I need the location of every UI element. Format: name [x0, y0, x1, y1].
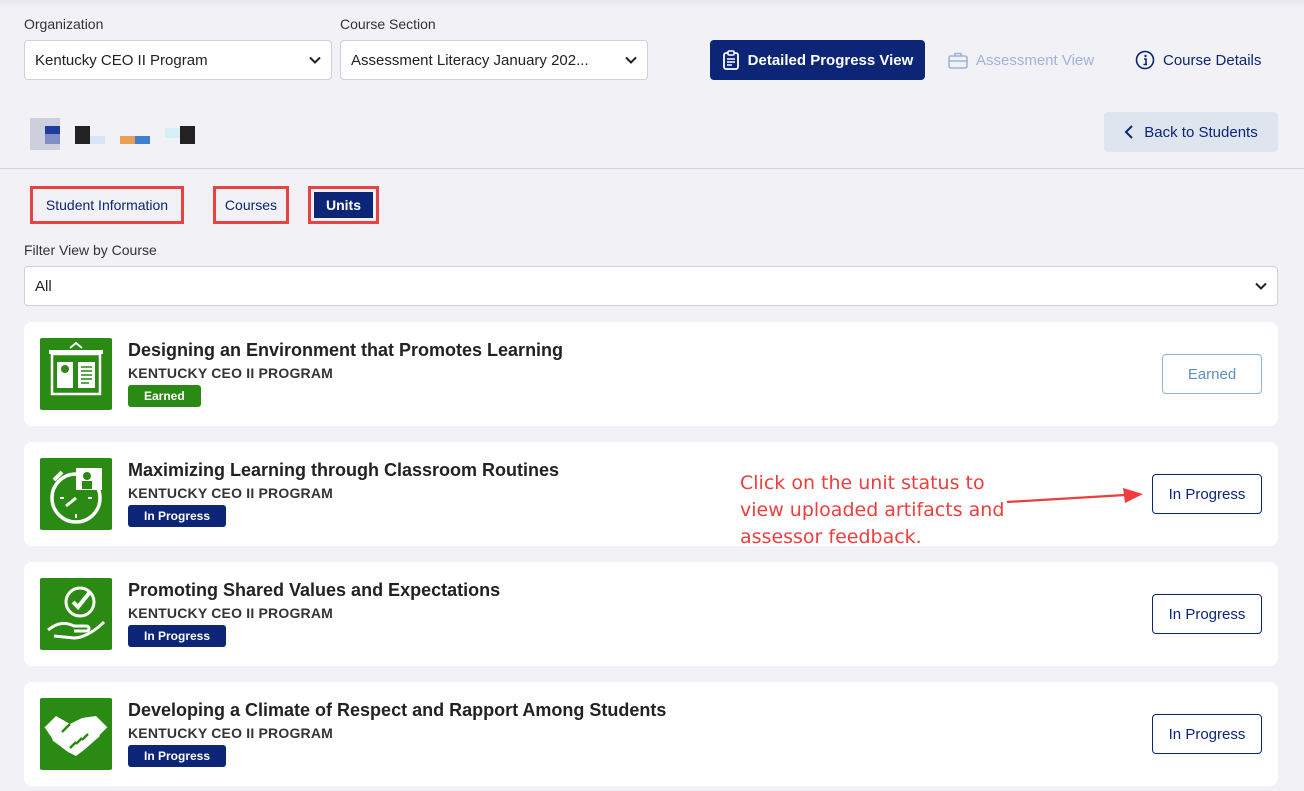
unit-organization: KENTUCKY CEO II PROGRAM — [128, 485, 334, 501]
tab-label: Student Information — [45, 197, 169, 213]
unit-card: Designing an Environment that Promotes L… — [24, 322, 1278, 426]
unit-organization: KENTUCKY CEO II PROGRAM — [128, 605, 334, 621]
status-badge: In Progress — [128, 745, 227, 767]
assessment-view-link[interactable]: Assessment View — [948, 40, 1094, 80]
tab-label: Courses — [224, 197, 278, 213]
chevron-left-icon — [1124, 125, 1134, 139]
section-select-value: Assessment Literacy January 202... — [351, 51, 589, 69]
chevron-down-icon — [625, 56, 637, 64]
back-to-students-button[interactable]: Back to Students — [1104, 112, 1278, 152]
course-filter-select[interactable]: All — [24, 266, 1278, 306]
tab-courses[interactable]: Courses — [213, 186, 289, 224]
detailed-progress-view-label: Detailed Progress View — [747, 51, 914, 69]
tab-student-information[interactable]: Student Information — [30, 186, 184, 224]
tab-units-fill: Units — [314, 192, 373, 218]
annotation-line: view uploaded artifacts and — [740, 499, 1005, 521]
handshake-icon — [40, 698, 112, 770]
unit-status-button[interactable]: In Progress — [1152, 714, 1262, 754]
unit-status-button[interactable]: Earned — [1162, 354, 1262, 394]
unit-card: Promoting Shared Values and Expectations… — [24, 562, 1278, 666]
organization-select-value: Kentucky CEO II Program — [35, 51, 208, 69]
tab-units[interactable]: Units — [308, 186, 379, 224]
course-filter-value: All — [35, 277, 52, 295]
tutorial-annotation: Click on the unit status to view uploade… — [740, 470, 1004, 551]
unit-title: Maximizing Learning through Classroom Ro… — [128, 460, 560, 480]
assessment-view-label: Assessment View — [976, 51, 1095, 69]
top-shadow — [0, 0, 1304, 8]
unit-title: Promoting Shared Values and Expectations — [128, 580, 501, 600]
status-badge: In Progress — [128, 505, 227, 527]
unit-organization: KENTUCKY CEO II PROGRAM — [128, 365, 334, 381]
course-details-link[interactable]: Course Details — [1135, 40, 1261, 80]
tab-label: Units — [326, 197, 361, 213]
clock-teacher-icon — [40, 458, 112, 530]
unit-title: Designing an Environment that Promotes L… — [128, 340, 564, 360]
filter-view-label: Filter View by Course — [24, 242, 157, 258]
organization-select[interactable]: Kentucky CEO II Program — [24, 40, 332, 80]
info-icon — [1135, 50, 1155, 70]
section-label: Course Section — [340, 16, 436, 32]
back-to-students-label: Back to Students — [1144, 123, 1258, 141]
unit-organization: KENTUCKY CEO II PROGRAM — [128, 725, 334, 741]
annotation-arrow-icon — [1006, 488, 1143, 504]
organization-label: Organization — [24, 16, 104, 32]
hand-checkmark-icon — [40, 578, 112, 650]
course-details-label: Course Details — [1163, 51, 1262, 69]
presentation-board-icon — [40, 338, 112, 410]
detailed-progress-view-button[interactable]: Detailed Progress View — [710, 40, 925, 80]
section-select[interactable]: Assessment Literacy January 202... — [340, 40, 648, 80]
unit-status-button[interactable]: In Progress — [1152, 474, 1262, 514]
unit-status-button[interactable]: In Progress — [1152, 594, 1262, 634]
annotation-line: assessor feedback. — [740, 526, 922, 548]
header-divider — [0, 168, 1304, 169]
status-badge: Earned — [128, 385, 201, 407]
unit-card: Developing a Climate of Respect and Rapp… — [24, 682, 1278, 786]
briefcase-icon — [948, 52, 968, 69]
clipboard-icon — [722, 50, 739, 70]
status-badge: In Progress — [128, 625, 227, 647]
annotation-line: Click on the unit status to — [740, 472, 985, 494]
unit-title: Developing a Climate of Respect and Rapp… — [128, 700, 667, 720]
chevron-down-icon — [1255, 282, 1267, 290]
chevron-down-icon — [309, 56, 321, 64]
